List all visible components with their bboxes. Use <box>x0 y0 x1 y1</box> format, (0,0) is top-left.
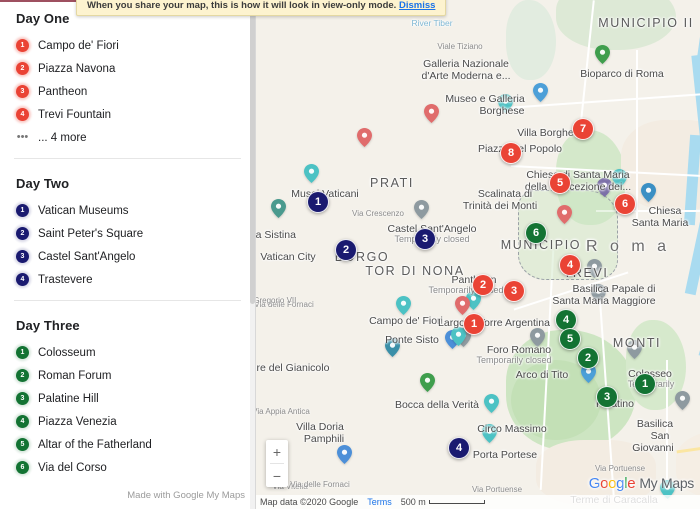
list-item[interactable]: 2 Piazza Navona <box>0 57 255 80</box>
map-data-credit: Map data ©2020 Google <box>260 497 359 507</box>
map-marker-via-del-corso[interactable]: 6 <box>525 222 547 244</box>
scale-label: 500 m <box>400 497 426 507</box>
map-marker-colosseum[interactable]: 1 <box>634 373 656 395</box>
map-marker-trastevere[interactable]: 4 <box>448 437 470 459</box>
map-marker-spanish-steps[interactable]: 5 <box>549 172 571 194</box>
place-marker-icon: 2 <box>16 62 29 75</box>
list-item-label: Palatine Hill <box>38 392 99 405</box>
list-item[interactable]: 1 Colosseum <box>0 341 255 364</box>
logo-letter-o2: o <box>608 475 617 492</box>
list-item-label: Piazza Venezia <box>38 415 117 428</box>
map-marker-trevi-fountain[interactable]: 4 <box>559 254 581 276</box>
sidebar-day-list: Day One 1 Campo de' Fiori 2 Piazza Navona 3 Pa… <box>0 2 255 479</box>
place-marker-icon: 5 <box>16 438 29 451</box>
map-marker-altar-fatherland[interactable]: 5 <box>559 328 581 350</box>
place-marker-icon: 1 <box>16 39 29 52</box>
place-marker-icon: 4 <box>16 273 29 286</box>
itinerary-sidebar: Day One 1 Campo de' Fiori 2 Piazza Navona 3 Pa… <box>0 0 256 509</box>
terms-link[interactable]: Terms <box>367 497 392 507</box>
place-marker-icon: 1 <box>16 204 29 217</box>
made-with-credit: Made with Google My Maps <box>127 490 245 501</box>
list-item[interactable]: 4 Trastevere <box>0 268 255 291</box>
place-marker-icon: 4 <box>16 108 29 121</box>
place-marker-icon: 2 <box>16 227 29 240</box>
list-item[interactable]: 1 Vatican Museums <box>0 199 255 222</box>
zoom-in-button[interactable]: + <box>266 440 288 463</box>
map-scale: 500 m <box>401 497 485 507</box>
list-item-label: Trastevere <box>38 273 93 286</box>
list-item-label: Roman Forum <box>38 369 112 382</box>
map-marker-castel-santangelo[interactable]: 3 <box>414 228 436 250</box>
zoom-out-button[interactable]: − <box>266 464 288 487</box>
list-item[interactable]: 2 Saint Peter's Square <box>0 222 255 245</box>
map-marker-layer: 785643211234645213 <box>256 0 700 509</box>
list-item-label: Vatican Museums <box>38 204 129 217</box>
place-marker-icon: 3 <box>16 85 29 98</box>
google-my-maps-logo: Google My Maps <box>588 475 695 492</box>
map-marker-campo-de-fiori[interactable]: 1 <box>463 313 485 335</box>
list-item-label: Trevi Fountain <box>38 108 112 121</box>
banner-dismiss-link[interactable]: Dismiss <box>399 0 435 11</box>
logo-letter-e: e <box>627 475 636 492</box>
banner-text: When you share your map, this is how it … <box>87 0 397 11</box>
list-item-label: Pantheon <box>38 85 88 98</box>
list-item-label: Piazza Navona <box>38 62 116 75</box>
map-marker-saint-peters-square[interactable]: 2 <box>335 239 357 261</box>
list-item[interactable]: 5 Altar of the Fatherland <box>0 433 255 456</box>
list-item-label: Colosseum <box>38 346 96 359</box>
list-item[interactable]: 2 Roman Forum <box>0 364 255 387</box>
place-marker-icon: 6 <box>16 461 29 474</box>
list-item[interactable]: 3 Castel Sant'Angelo <box>0 245 255 268</box>
day-title: Day Two <box>16 176 70 191</box>
scale-bar-line <box>428 500 485 504</box>
day-section: Day Two 1 Vatican Museums 2 Saint Peter's Sq… <box>0 167 255 291</box>
place-marker-icon: 3 <box>16 392 29 405</box>
logo-letter-g: G <box>588 475 601 492</box>
map-marker-pantheon[interactable]: 3 <box>503 280 525 302</box>
show-more-row[interactable]: ••• ... 4 more <box>0 126 255 149</box>
list-item[interactable]: 3 Palatine Hill <box>0 387 255 410</box>
map-marker-piazza-del-popolo[interactable]: 8 <box>500 142 522 164</box>
day-title: Day Three <box>16 318 80 333</box>
logo-my-maps: My Maps <box>639 475 694 491</box>
map-attribution-bar: Map data ©2020 Google Terms 500 m <box>256 495 700 509</box>
show-more-label: ... 4 more <box>38 131 87 144</box>
list-item-label: Via del Corso <box>38 461 107 474</box>
list-item[interactable]: 4 Trevi Fountain <box>0 103 255 126</box>
list-item[interactable]: 4 Piazza Venezia <box>0 410 255 433</box>
view-only-banner: When you share your map, this is how it … <box>76 0 447 16</box>
day-section: Day One 1 Campo de' Fiori 2 Piazza Navona 3 Pa… <box>0 2 255 149</box>
my-maps-app: Day One 1 Campo de' Fiori 2 Piazza Navona 3 Pa… <box>0 0 700 509</box>
map-marker-palatine-hill[interactable]: 3 <box>596 386 618 408</box>
list-item[interactable]: 1 Campo de' Fiori <box>0 34 255 57</box>
place-marker-icon: 2 <box>16 369 29 382</box>
sidebar-scrollbar-thumb[interactable] <box>250 4 255 304</box>
list-item-label: Campo de' Fiori <box>38 39 119 52</box>
list-item[interactable]: 6 Via del Corso <box>0 456 255 479</box>
list-item-label: Saint Peter's Square <box>38 227 144 240</box>
ellipsis-icon: ••• <box>16 131 29 143</box>
zoom-controls: + − <box>266 440 288 487</box>
list-item-label: Castel Sant'Angelo <box>38 250 136 263</box>
map-marker-trevi-area[interactable]: 7 <box>572 118 594 140</box>
place-marker-icon: 4 <box>16 415 29 428</box>
place-marker-icon: 3 <box>16 250 29 263</box>
map-marker-roman-forum[interactable]: 2 <box>577 347 599 369</box>
map-marker-vatican-museums[interactable]: 1 <box>307 191 329 213</box>
logo-letter-g2: g <box>616 475 625 492</box>
map-canvas[interactable]: MUNICIPIO II Galleria Nazionale d'Arte Mod… <box>256 0 700 509</box>
place-marker-icon: 1 <box>16 346 29 359</box>
logo-letter-o1: o <box>600 475 609 492</box>
sidebar-scrollbar[interactable] <box>250 4 255 509</box>
list-item-label: Altar of the Fatherland <box>38 438 152 451</box>
map-marker-via-veneto[interactable]: 6 <box>614 193 636 215</box>
map-marker-piazza-navona[interactable]: 2 <box>472 274 494 296</box>
list-item[interactable]: 3 Pantheon <box>0 80 255 103</box>
day-section: Day Three 1 Colosseum 2 Roman Forum 3 Palatine… <box>0 309 255 479</box>
